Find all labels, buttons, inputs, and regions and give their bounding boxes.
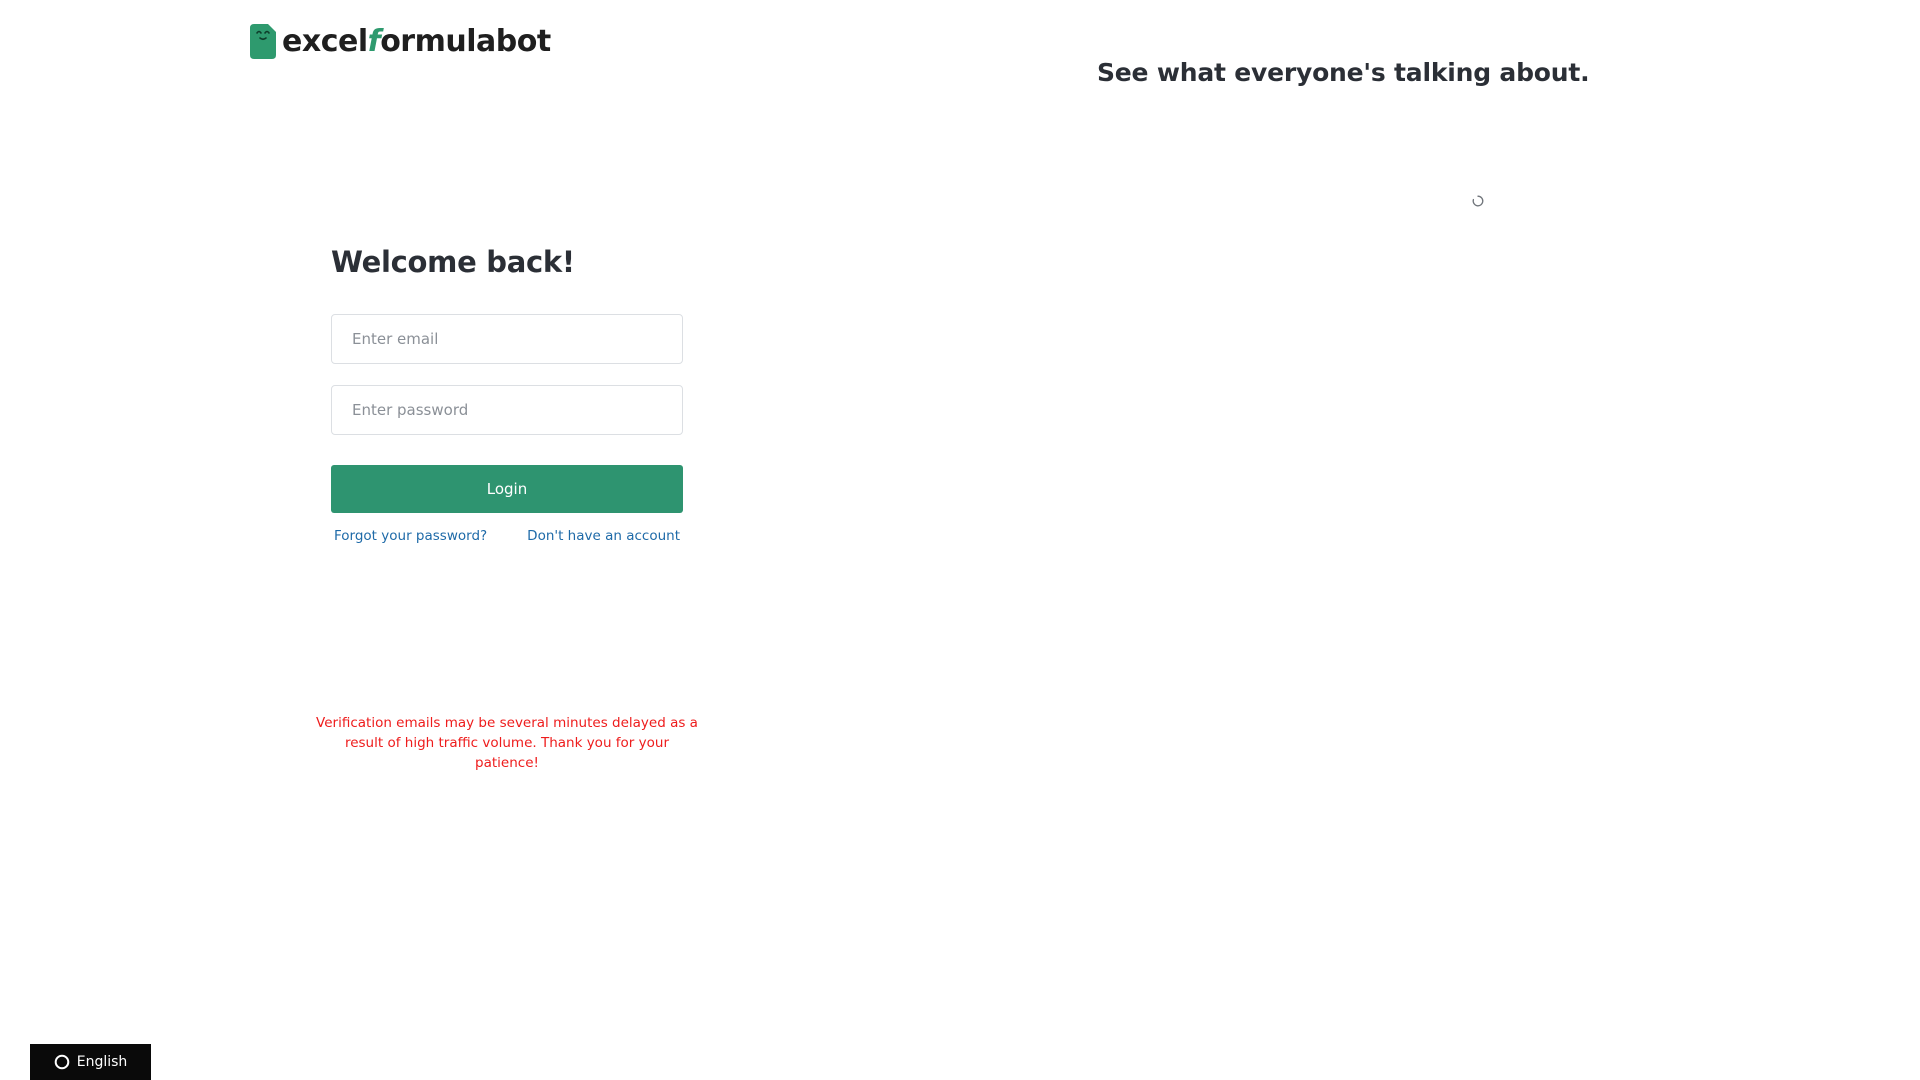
logo[interactable]: excelformulabot (250, 24, 551, 59)
auth-links: Forgot your password? Don't have an acco… (331, 528, 683, 544)
login-button[interactable]: Login (331, 465, 683, 513)
logo-text-start: excel (282, 23, 368, 59)
signup-link[interactable]: Don't have an account (527, 528, 680, 544)
language-button[interactable]: English (30, 1044, 151, 1080)
verification-notice: Verification emails may be several minut… (316, 715, 698, 771)
logo-wordmark: excelformulabot (282, 23, 551, 59)
forgot-password-link[interactable]: Forgot your password? (334, 528, 487, 544)
password-field[interactable] (331, 385, 683, 435)
globe-icon (54, 1054, 70, 1070)
login-form: Welcome back! Login Forgot your password… (331, 242, 683, 544)
logo-text-end: ormulabot (380, 23, 551, 59)
email-field[interactable] (331, 314, 683, 364)
logo-icon (250, 24, 276, 59)
logo-text-accent: f (367, 23, 381, 59)
spinner-icon (1472, 195, 1484, 207)
login-page: excelformulabot Welcome back! Login Forg… (0, 0, 1920, 1080)
testimonials-title: See what everyone's talking about. (1097, 58, 1590, 87)
language-label: English (76, 1054, 128, 1070)
page-title: Welcome back! (331, 245, 575, 279)
